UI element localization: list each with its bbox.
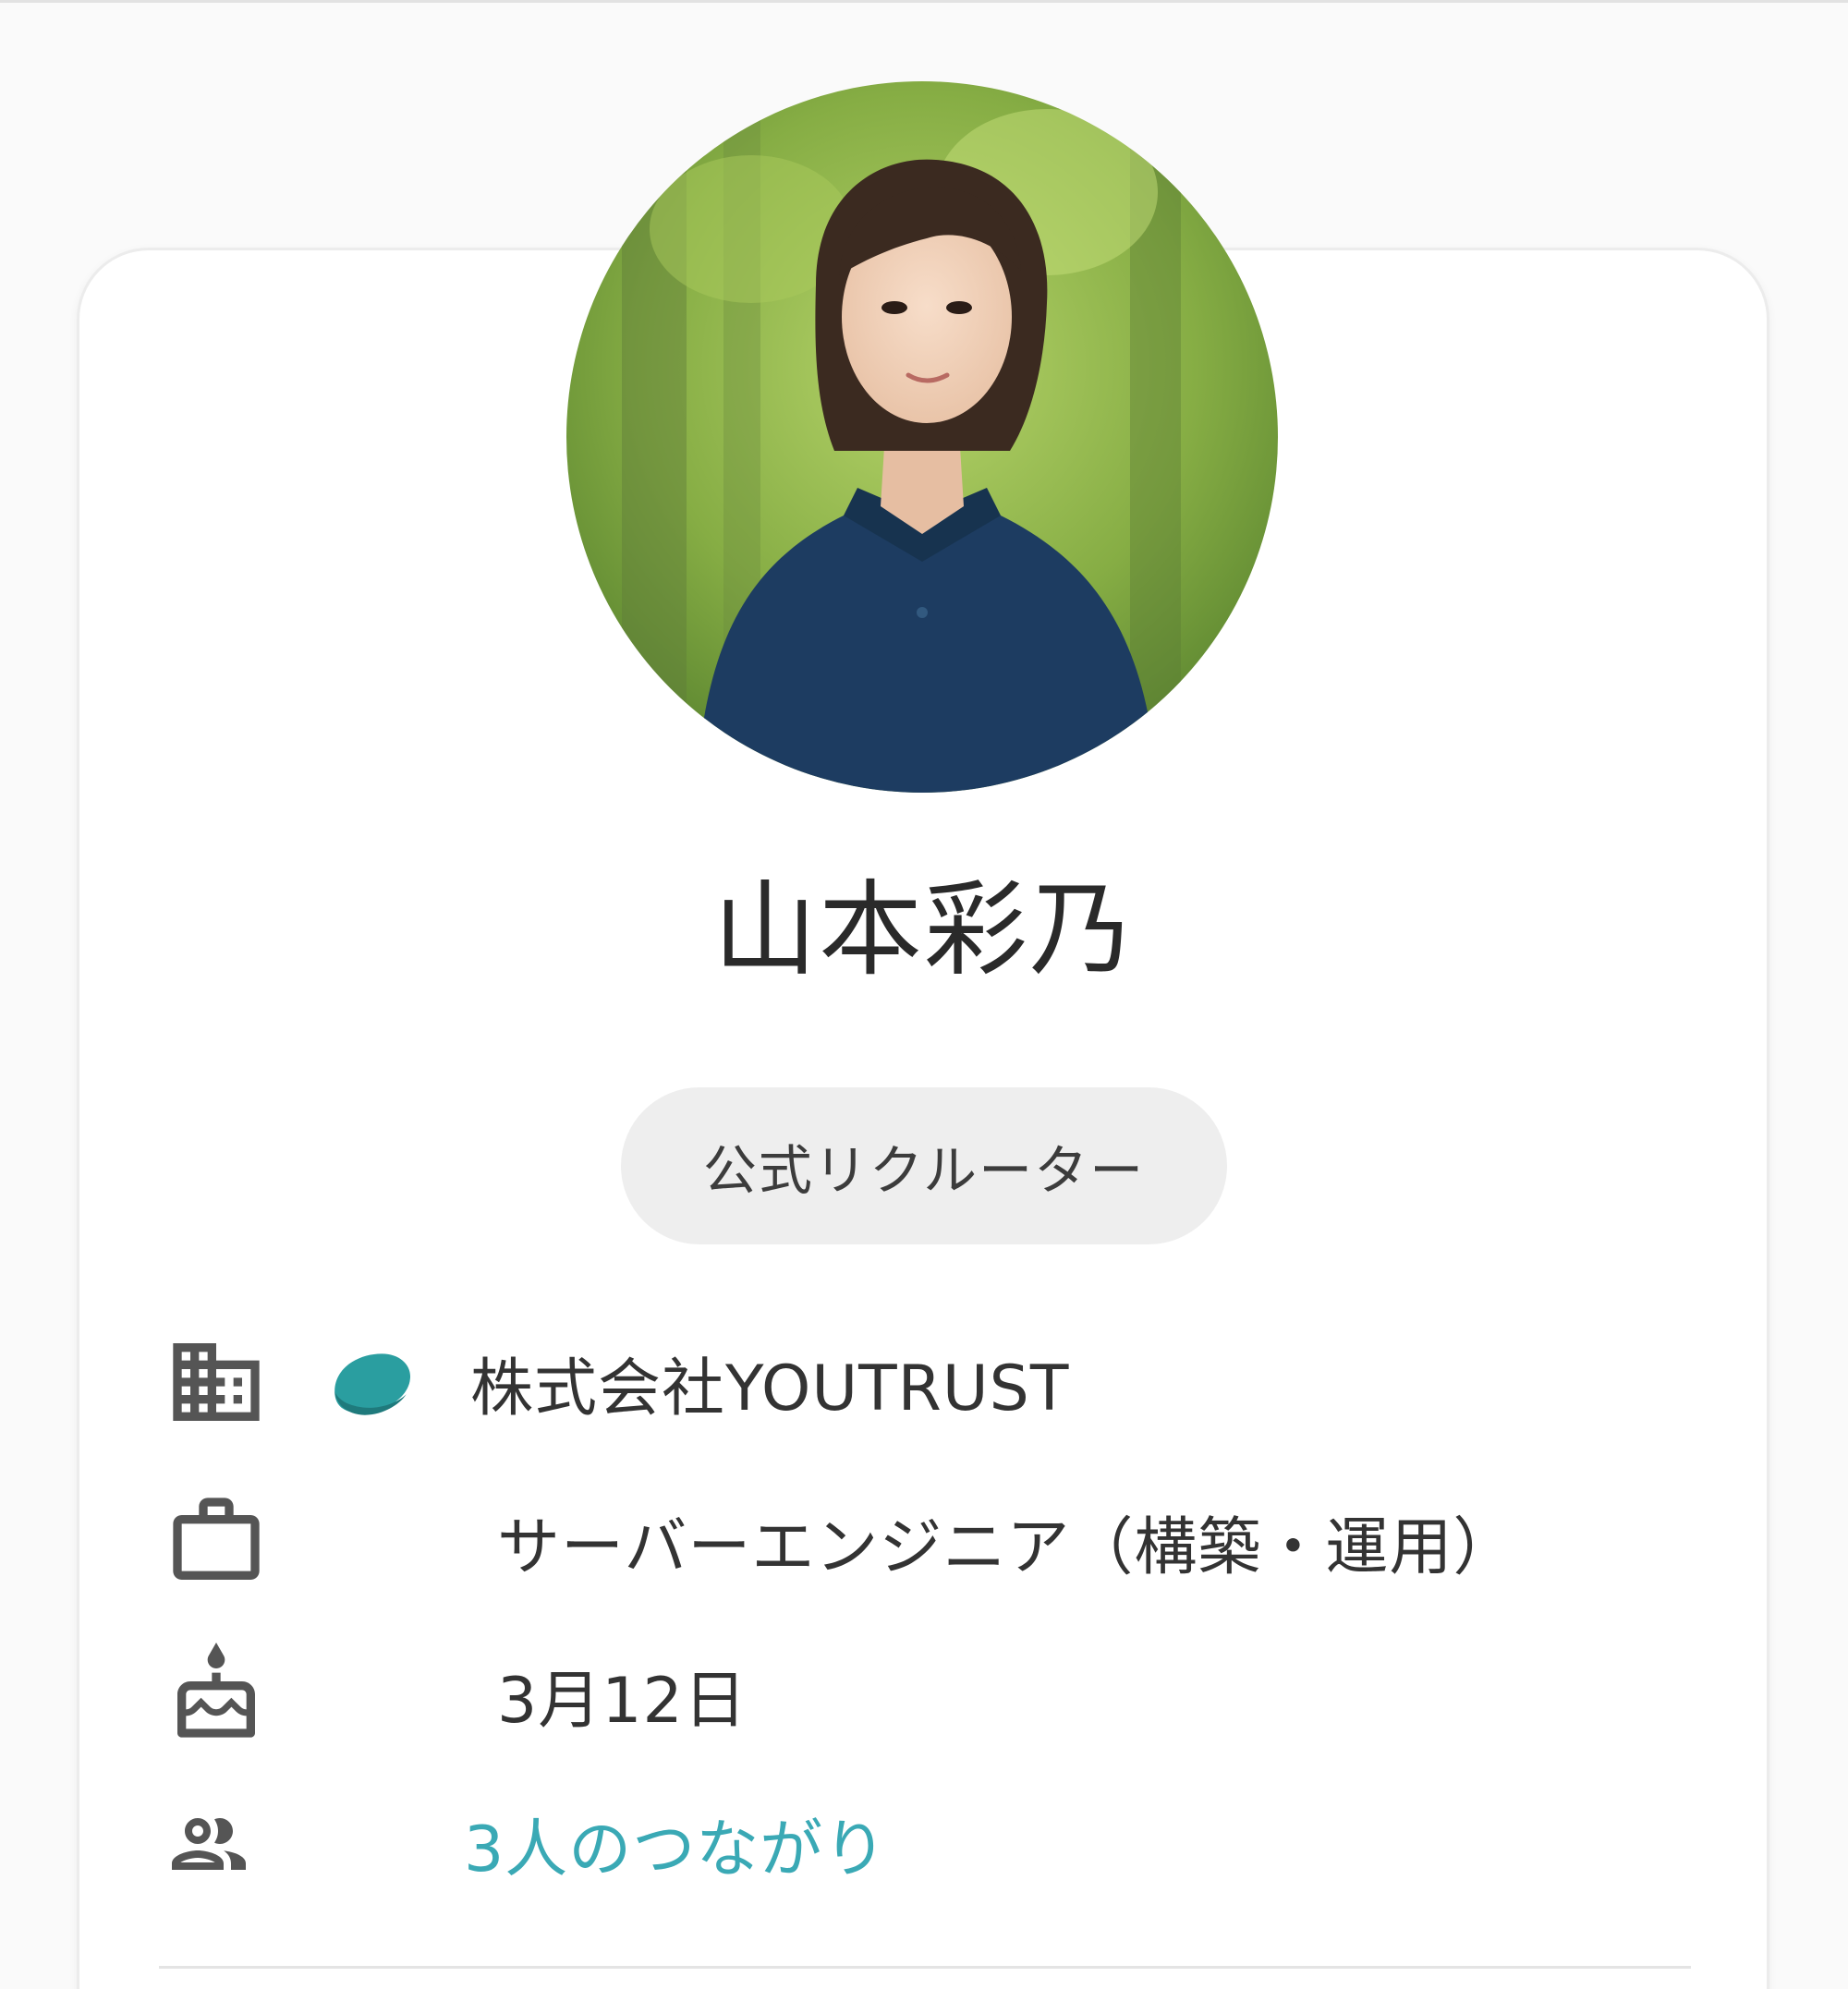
job-row: サーバーエンジニア（構築・運用） [164,1489,1516,1593]
briefcase-icon [164,1489,268,1593]
job-title: サーバーエンジニア（構築・運用） [497,1510,1517,1584]
connections-row[interactable]: 3人のつながり [164,1798,887,1889]
company-row: 株式会社YOUTRUST [164,1330,1069,1434]
avatar[interactable] [566,81,1278,793]
profile-page: 山本彩乃 公式リクルーター 株式会社YOUTRUST サーバーエンジニア（構築・… [0,0,1848,1989]
birthday-date: 3月12日 [497,1664,748,1738]
recruiter-badge: 公式リクルーター [621,1087,1227,1244]
company-name[interactable]: 株式会社YOUTRUST [470,1337,1069,1428]
recruiter-badge-label: 公式リクルーター [702,1139,1146,1202]
top-divider [0,0,1848,3]
building-icon [164,1330,268,1434]
cake-icon [164,1643,268,1746]
section-divider [159,1966,1691,1969]
connections-link[interactable]: 3人のつながり [464,1798,887,1889]
youtrust-logo[interactable] [325,1340,419,1425]
birthday-row: 3月12日 [164,1643,748,1746]
people-icon [164,1800,253,1888]
profile-name: 山本彩乃 [713,870,1135,990]
